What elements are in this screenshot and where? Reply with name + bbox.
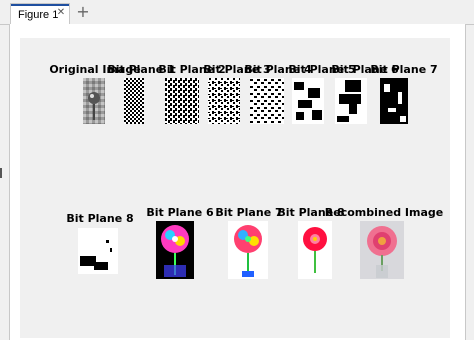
- tab-figure-1[interactable]: Figure 1 ✕: [10, 3, 70, 24]
- bit-plane-image: [380, 78, 408, 124]
- recombined-color-image: [360, 221, 404, 279]
- figure-tab-bar: Figure 1 ✕ +: [0, 0, 474, 25]
- color-bit-plane-image: [228, 221, 268, 279]
- subplot-title: Recombined Image: [324, 206, 444, 219]
- bit-plane-image: [208, 78, 240, 124]
- bit-plane-image: [335, 78, 367, 124]
- grayscale-image: [83, 78, 105, 124]
- figure-canvas: Original Image Bit Plane 1 Bit Plane 2 B…: [20, 38, 450, 338]
- tab-active-indicator: [11, 4, 69, 6]
- subplot-title: Bit Plane 7: [215, 206, 283, 219]
- subplot-title: Bit Plane 6: [146, 206, 214, 219]
- close-icon[interactable]: ✕: [55, 7, 67, 19]
- subplot-title: Bit Plane 7: [370, 63, 438, 76]
- color-bit-plane-image: [156, 221, 194, 279]
- subplot-title: Bit Plane 8: [66, 212, 134, 225]
- bit-plane-image: [165, 78, 199, 124]
- window-edge-handle[interactable]: [0, 168, 2, 178]
- plus-icon[interactable]: +: [75, 4, 91, 20]
- tab-label: Figure 1: [18, 9, 59, 21]
- bit-plane-image: [78, 228, 118, 274]
- bit-plane-image: [124, 78, 144, 124]
- bit-plane-image: [292, 78, 324, 124]
- bit-plane-image: [250, 78, 284, 124]
- color-bit-plane-image: [298, 221, 332, 279]
